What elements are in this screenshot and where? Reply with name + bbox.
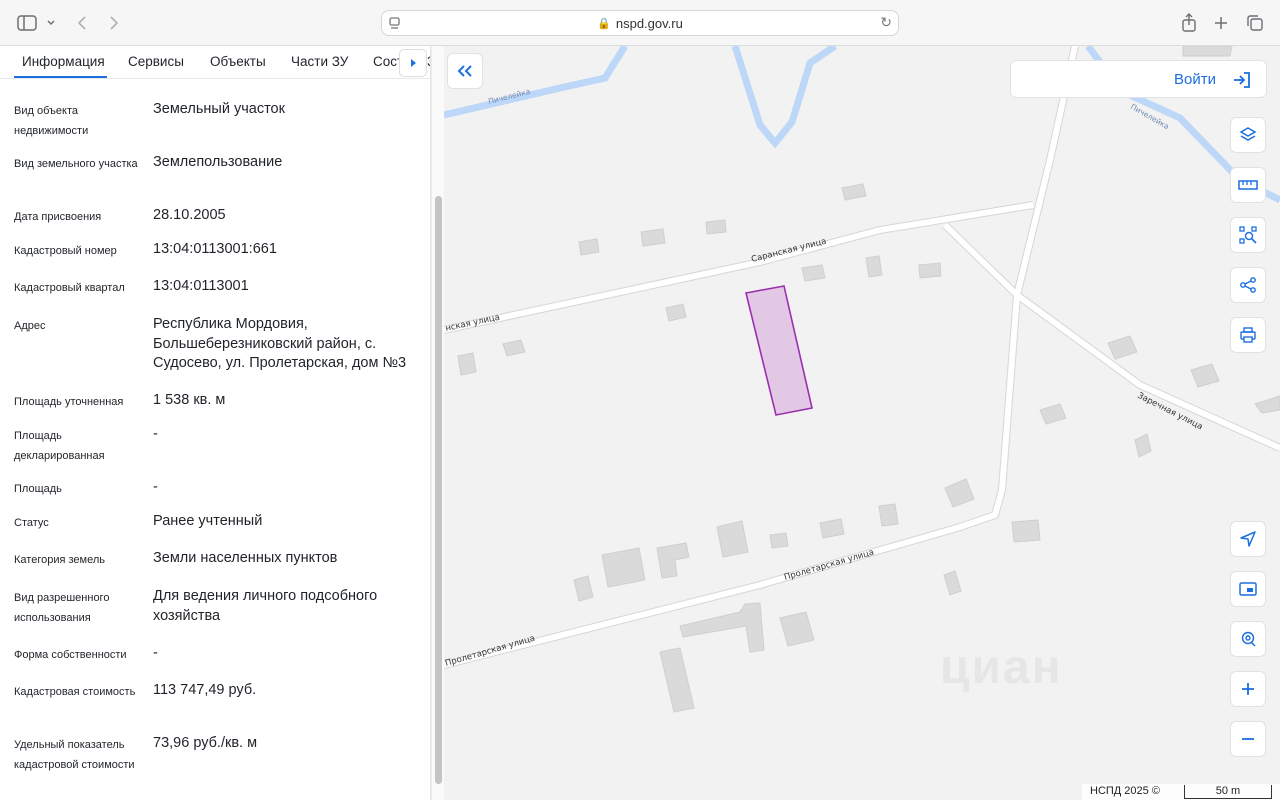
map-attribution: НСПД 2025 © 50 m <box>1082 784 1280 800</box>
layers-icon <box>1239 127 1257 141</box>
chevron-right-icon <box>110 16 119 30</box>
new-tab-button[interactable] <box>1212 11 1230 35</box>
info-value: Земли населенных пунктов <box>153 550 338 566</box>
info-label: Адрес <box>14 320 46 332</box>
info-label: Вид объекта недвижимости <box>14 105 89 137</box>
reader-icon <box>389 17 400 29</box>
info-label: Дата присвоения <box>14 211 102 223</box>
share-page-button[interactable] <box>1180 11 1198 35</box>
selected-parcel[interactable] <box>745 285 813 416</box>
geo-pin-icon <box>1241 631 1256 647</box>
tab-parts[interactable]: Части ЗУ <box>291 54 348 69</box>
tab-overview-button[interactable] <box>1245 11 1265 35</box>
ruler-button[interactable] <box>1230 167 1266 203</box>
tabs-scroll-right-button[interactable] <box>399 49 427 77</box>
street-label: нская улица <box>445 313 501 334</box>
url-text: nspd.gov.ru <box>615 15 683 31</box>
info-label: Удельный показатель кадастровой стоимост… <box>14 739 135 771</box>
tab-services[interactable]: Сервисы <box>128 54 184 69</box>
login-button[interactable]: Войти <box>1010 60 1267 98</box>
login-icon <box>1234 72 1250 88</box>
info-value: 73,96 руб./кв. м <box>153 735 258 751</box>
info-value: 13:04:0113001 <box>153 278 249 294</box>
browser-toolbar: 🔒 nspd.gov.ru ↻ <box>0 0 1280 46</box>
river-pichelejka-north <box>731 46 837 149</box>
info-label: Площадь уточненная <box>14 396 124 408</box>
info-label: Форма собственности <box>14 649 127 661</box>
search-area-icon <box>1239 226 1257 244</box>
info-value: 13:04:0113001:661 <box>153 241 277 257</box>
info-label: Вид разрешенного использования <box>14 592 110 624</box>
info-value: Ранее учтенный <box>153 513 263 529</box>
zoom-out-icon <box>1242 738 1254 740</box>
address-value: Республика Мордовия, Большеберезниковски… <box>153 316 407 371</box>
login-label: Войти <box>1174 71 1216 88</box>
address-bar[interactable]: 🔒 nspd.gov.ru ↻ <box>381 10 899 36</box>
chevron-left-icon <box>77 16 86 30</box>
attribution-text: НСПД 2025 © <box>1090 785 1160 797</box>
scale-bar: 50 m <box>1184 785 1272 799</box>
layers-button[interactable] <box>1230 117 1266 153</box>
caret-right-icon <box>411 59 416 67</box>
info-label: Площадь декларированная <box>14 430 105 462</box>
info-value: 1 538 кв. м <box>153 392 226 408</box>
info-label: Кадастровый квартал <box>14 282 125 294</box>
info-panel: Информация Сервисы Объекты Части ЗУ Сост… <box>0 46 431 800</box>
ruler-icon <box>1238 180 1258 190</box>
sidebar-icon <box>17 15 55 31</box>
zoom-in-icon <box>1242 683 1254 695</box>
lock-icon: 🔒 <box>597 17 611 30</box>
sidebar-toggle-button[interactable] <box>16 11 56 35</box>
share-button[interactable] <box>1230 267 1266 303</box>
double-chevron-left-icon <box>457 65 472 77</box>
map-svg: Саранская улица нская улица Заречная ули… <box>444 46 1280 713</box>
tab-overflow[interactable]: 3 <box>427 54 430 69</box>
plus-icon <box>1215 17 1227 29</box>
print-icon <box>1240 327 1256 343</box>
info-value: Землепользование <box>153 154 283 170</box>
back-button[interactable] <box>72 11 92 35</box>
search-area-button[interactable] <box>1230 217 1266 253</box>
info-value: Земельный участок <box>153 101 285 117</box>
info-label: Кадастровая стоимость <box>14 686 136 698</box>
geo-pin-button[interactable] <box>1230 621 1266 657</box>
reload-icon[interactable]: ↻ <box>880 14 892 31</box>
info-label: Статус <box>14 517 49 529</box>
info-value: Для ведения личного подсобного хозяйства <box>153 588 378 624</box>
info-label: Вид земельного участка <box>14 158 138 170</box>
map-canvas[interactable]: Саранская улица нская улица Заречная ули… <box>444 46 1280 800</box>
minimap-icon <box>1239 582 1257 596</box>
share-icon <box>1240 277 1256 293</box>
info-value: 113 747,49 руб. <box>153 682 257 698</box>
tabs-overview-icon <box>1247 15 1263 31</box>
street-label: Пролетарская улица <box>444 634 536 669</box>
forward-button[interactable] <box>104 11 124 35</box>
tab-objects[interactable]: Объекты <box>210 54 266 69</box>
info-value: 28.10.2005 <box>153 207 226 223</box>
minimap-button[interactable] <box>1230 571 1266 607</box>
cian-watermark: циан <box>940 641 1063 694</box>
buildings <box>457 46 1280 713</box>
print-button[interactable] <box>1230 317 1266 353</box>
info-value: - <box>153 479 158 495</box>
locate-icon <box>1240 531 1256 547</box>
scrollbar-thumb[interactable] <box>435 196 442 784</box>
collapse-panel-button[interactable] <box>447 53 483 89</box>
zoom-out-button[interactable] <box>1230 721 1266 757</box>
info-value: - <box>153 426 158 442</box>
info-label: Категория земель <box>14 554 105 566</box>
locate-button[interactable] <box>1230 521 1266 557</box>
panel-scrollbar[interactable] <box>431 46 444 800</box>
tab-information[interactable]: Информация <box>22 54 105 69</box>
info-value: - <box>153 645 158 661</box>
share-page-icon <box>1182 13 1196 32</box>
active-tab-indicator <box>14 76 107 78</box>
zoom-in-button[interactable] <box>1230 671 1266 707</box>
info-label: Площадь <box>14 483 62 495</box>
info-label: Кадастровый номер <box>14 245 117 257</box>
tab-bar: Информация Сервисы Объекты Части ЗУ Сост… <box>0 46 430 79</box>
street-label: Пролетарская улица <box>783 548 875 583</box>
